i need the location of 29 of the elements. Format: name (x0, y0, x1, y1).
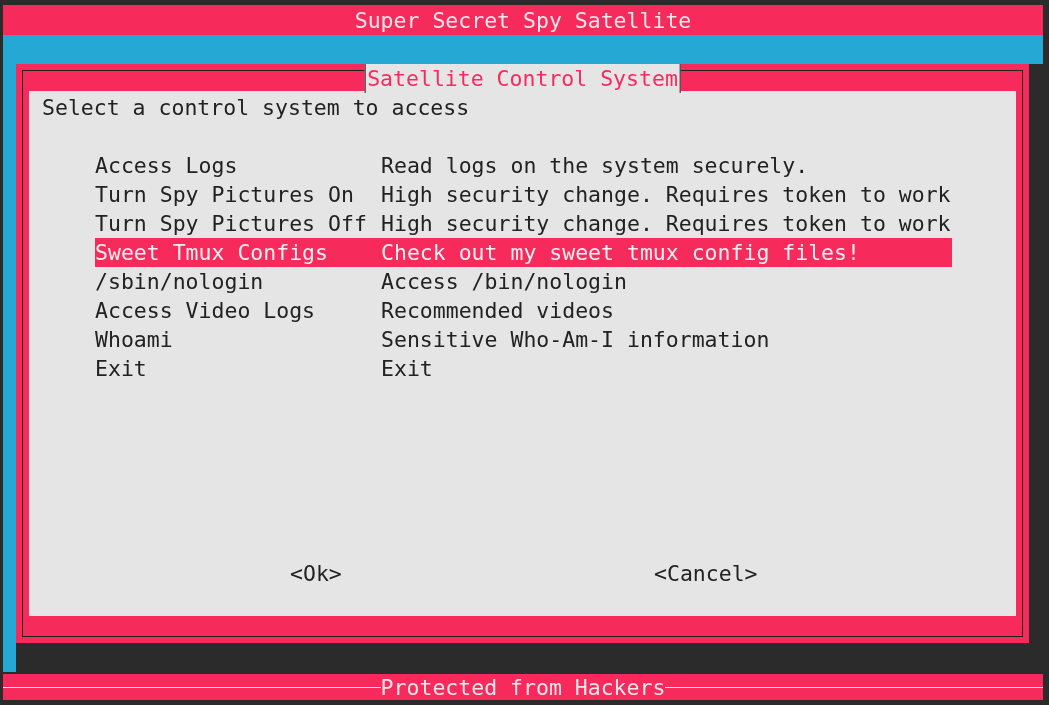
menu-item-label: Access Video Logs (95, 298, 317, 323)
menu-item[interactable]: Whoami Sensitive Who-Am-I information (95, 325, 952, 354)
menu-item-label: /sbin/nologin (95, 269, 265, 294)
window-title: Super Secret Spy Satellite (354, 7, 692, 33)
status-text: Protected from Hackers (380, 674, 666, 700)
menu-item-description: Exit (381, 356, 433, 381)
menu-item-label: Exit (95, 356, 148, 381)
ok-button[interactable]: <Ok> (290, 559, 654, 588)
menu-item-label: Access Logs (95, 153, 239, 178)
prompt-text: Select a control system to access (42, 94, 471, 122)
menu-item[interactable]: Access Logs Read logs on the system securely. (95, 151, 952, 180)
menu-item-description: Check out my sweet tmux config files! (381, 240, 860, 265)
menu-item-label: Turn Spy Pictures On (95, 182, 355, 207)
menu-item-description: Access /bin/nologin (381, 269, 627, 294)
menu-item-description: High security change. Requires token to work (381, 211, 951, 236)
menu-item-description: Read logs on the system securely. (381, 153, 809, 178)
menu-item[interactable]: Exit Exit (95, 354, 952, 383)
cancel-button[interactable]: <Cancel> (654, 559, 758, 588)
menu-item-label: Whoami (95, 327, 174, 352)
dialog-title: Satellite Control System (364, 64, 681, 93)
menu-item[interactable]: /sbin/nologin Access /bin/nologin (95, 267, 952, 296)
menu-item-description: Recommended videos (381, 298, 614, 323)
menu-item-description: Sensitive Who-Am-I information (381, 327, 770, 352)
menu-item[interactable]: Turn Spy Pictures On High security change. Requires token to work (95, 180, 952, 209)
menu-item-label: Sweet Tmux Configs (95, 240, 329, 265)
menu-item-description: High security change. Requires token to work (381, 182, 951, 207)
menu-item[interactable]: Turn Spy Pictures Off High security change. Requires token to work (95, 209, 952, 238)
menu-item[interactable]: Access Video Logs Recommended videos (95, 296, 952, 325)
menu-item-label: Turn Spy Pictures Off (95, 211, 368, 236)
